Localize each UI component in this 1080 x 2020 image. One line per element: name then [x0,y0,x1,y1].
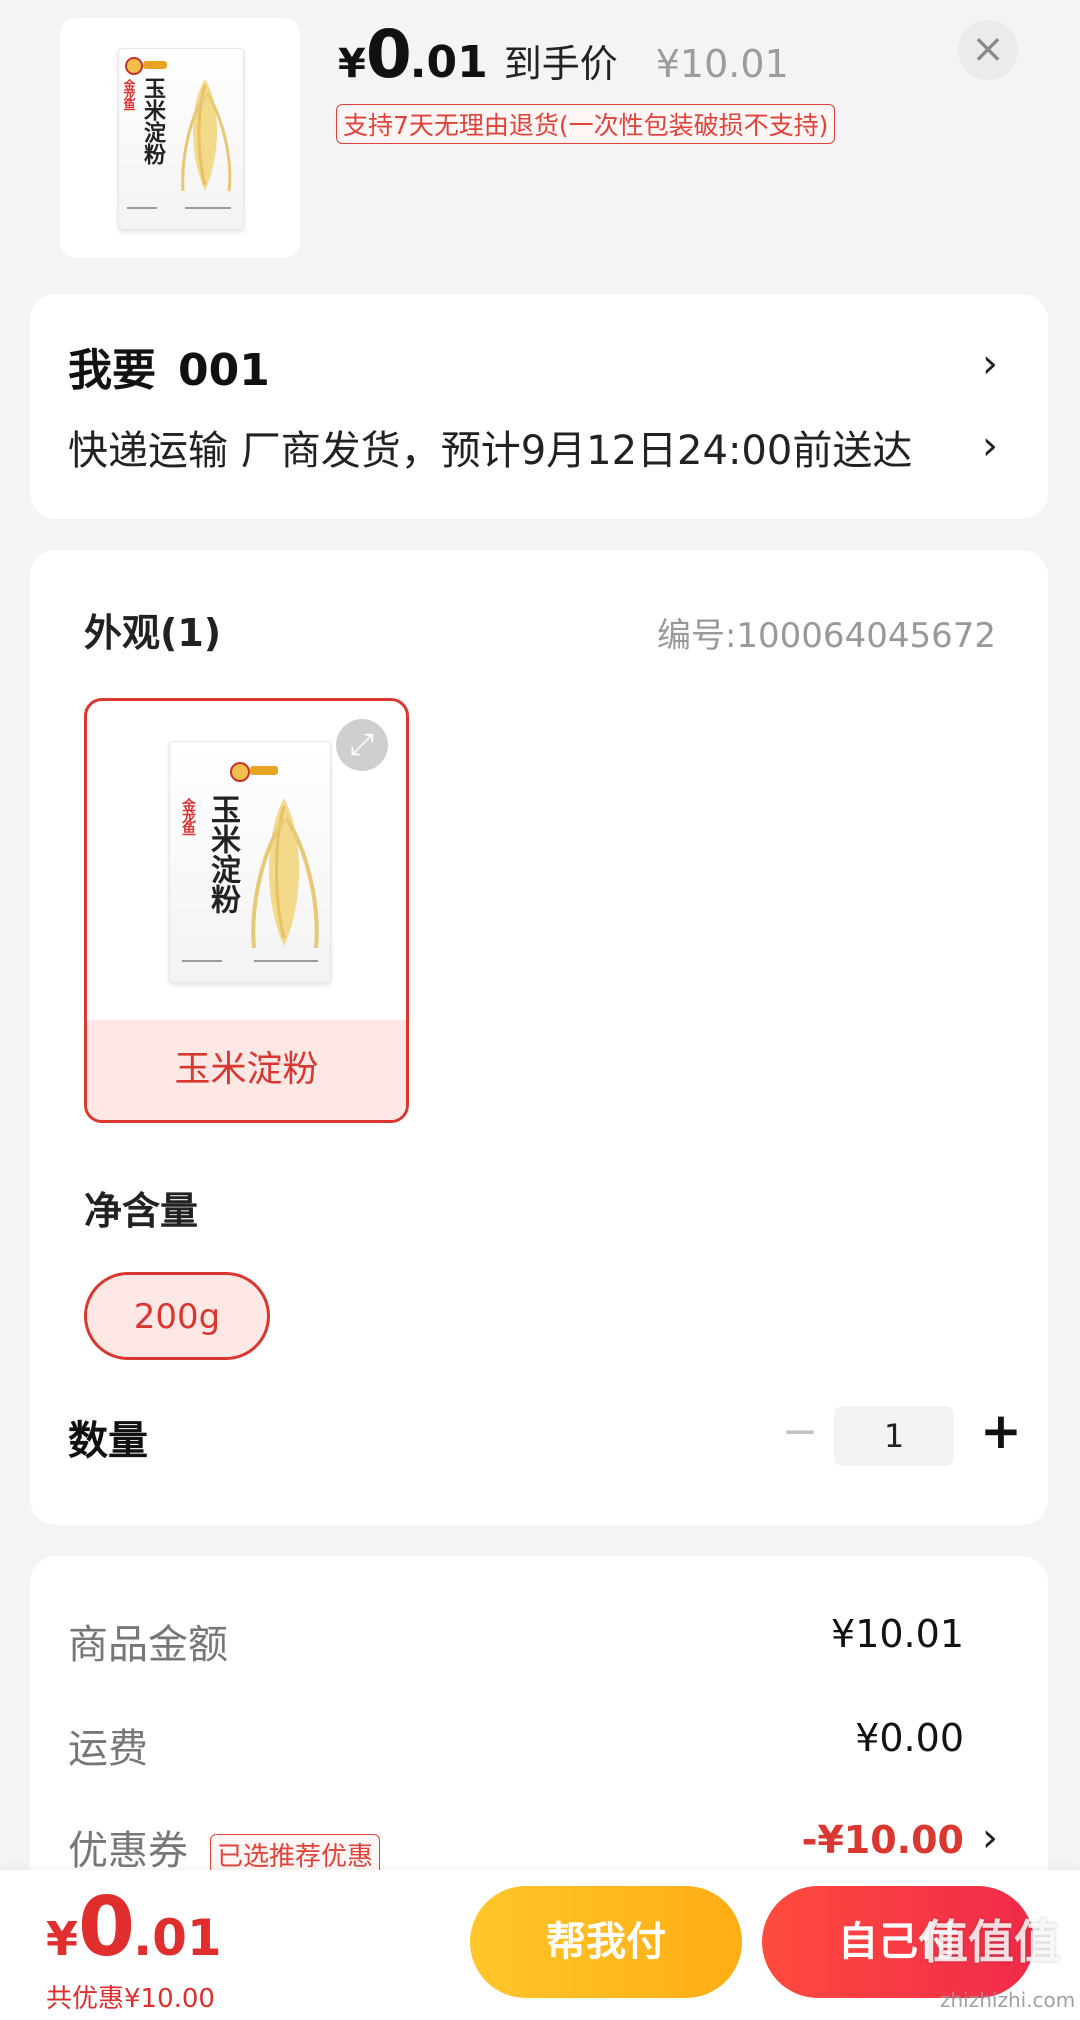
final-price-label: 到手价 [503,42,618,86]
want-quantity: 001 [178,345,270,396]
product-name-text: 玉米淀粉 [140,77,166,165]
bag-fine-print [182,960,222,962]
plus-icon[interactable]: + [968,1398,1034,1464]
variant-option-selected[interactable]: 金龙鱼 玉米淀粉 ⤢ 玉米淀粉 [84,698,409,1123]
chevron-right-icon[interactable]: › [982,1818,998,1858]
product-bag-image: 金龙鱼 玉米淀粉 [169,741,331,983]
net-weight-option-selected[interactable]: 200g [84,1272,270,1360]
shipping-fee-label: 运费 [68,1726,148,1772]
currency-symbol: ¥ [338,41,366,87]
want-label: 我要 [68,345,156,396]
brand-name-text: 金龙鱼 [180,798,196,834]
coupon-label: 优惠券 [68,1828,188,1874]
product-name-text: 玉米淀粉 [205,794,240,914]
quantity-input[interactable]: 1 [834,1406,954,1466]
final-price: ¥ 0 .01 到手价 ¥10.01 [338,16,789,93]
chevron-right-icon[interactable]: › [982,344,998,384]
brand-tag-icon [143,61,167,69]
delivery-card: 我要 001 › 快递运输 厂商发货，预计9月12日24:00前送达 › [30,294,1048,519]
watermark: 值值值 [922,1915,1060,1969]
appearance-title: 外观(1) [84,611,222,655]
goods-amount-label: 商品金额 [68,1622,228,1668]
checkout-bar: ¥ 0 .01 共优惠¥10.00 帮我付 自己付 [0,1870,1080,2020]
minus-icon[interactable]: − [770,1402,830,1462]
spec-card: 外观(1) 编号:100064045672 金龙鱼 玉米淀粉 ⤢ 玉米淀粉 净含… [30,550,1048,1525]
price-integer: 0 [78,1880,135,1975]
pay-price: ¥ 0 .01 [46,1880,222,1975]
bag-fine-print [254,960,318,962]
fees-card: 商品金额 ¥10.01 运费 ¥0.00 优惠券 已选推荐优惠 -¥10.00 … [30,1556,1048,1916]
close-icon[interactable]: × [958,20,1018,80]
product-bag-image: 金龙鱼 玉米淀粉 [118,48,244,230]
bag-fine-print [127,207,157,209]
brand-name-text: 金龙鱼 [122,79,136,109]
bag-fine-print [185,207,231,209]
return-policy-tag: 支持7天无理由退货(一次性包装破损不支持) [336,104,836,144]
price-integer: 0 [365,16,412,93]
coupon-recommend-tag: 已选推荐优惠 [210,1834,381,1875]
corn-illustration-icon [251,798,319,949]
goods-amount-value: ¥10.01 [831,1612,964,1656]
want-row[interactable]: 我要 001 [68,334,270,398]
product-thumbnail: 金龙鱼 玉米淀粉 [60,18,300,258]
coupon-value[interactable]: -¥10.00 [802,1818,964,1862]
watermark-url: zhizhizhi.com [940,1988,1076,2012]
brand-logo-icon [125,57,143,75]
brand-logo-icon [230,762,250,782]
price-decimal: .01 [133,1909,222,1967]
original-price: ¥10.01 [655,42,789,86]
chevron-right-icon[interactable]: › [982,426,998,466]
sku-number: 编号:100064045672 [656,616,996,656]
variant-label: 玉米淀粉 [87,1020,406,1120]
expand-icon[interactable]: ⤢ [336,719,388,771]
total-saving: 共优惠¥10.00 [46,1984,215,2014]
help-me-pay-button[interactable]: 帮我付 [470,1886,742,1998]
corn-illustration-icon [181,79,232,192]
price-decimal: .01 [409,37,488,88]
brand-tag-icon [250,766,278,775]
quantity-title: 数量 [68,1418,148,1464]
currency-symbol: ¥ [46,1912,79,1966]
net-weight-title: 净含量 [84,1189,199,1233]
shipping-fee-value: ¥0.00 [855,1716,964,1760]
shipping-info[interactable]: 快递运输 厂商发货，预计9月12日24:00前送达 [68,418,912,476]
